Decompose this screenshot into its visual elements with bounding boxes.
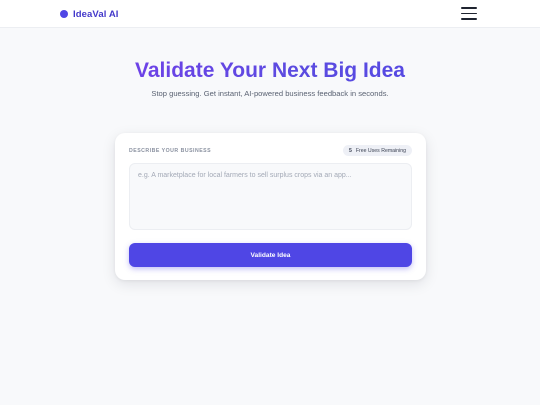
free-uses-badge: 5 Free Uses Remaining (342, 145, 412, 156)
page-subtitle: Stop guessing. Get instant, AI-powered b… (151, 89, 389, 98)
brand-name: IdeaVal AI (73, 8, 119, 20)
brand-logo[interactable]: IdeaVal AI (60, 8, 119, 20)
top-navigation-bar: IdeaVal AI (0, 0, 540, 28)
idea-form-card: DESCRIBE YOUR BUSINESS 5 Free Uses Remai… (115, 133, 426, 280)
free-uses-text: Free Uses Remaining (355, 147, 406, 154)
menu-line-icon (461, 12, 477, 15)
page-title: Validate Your Next Big Idea (0, 58, 540, 84)
business-description-input[interactable] (129, 163, 412, 230)
business-description-label: DESCRIBE YOUR BUSINESS (129, 148, 212, 154)
validate-idea-button[interactable]: Validate Idea (129, 243, 412, 267)
free-uses-count: 5 (348, 147, 352, 154)
brand-dot-icon (60, 10, 68, 18)
menu-line-icon (461, 7, 477, 9)
menu-line-icon (461, 18, 477, 20)
hamburger-menu-icon[interactable] (461, 7, 477, 20)
